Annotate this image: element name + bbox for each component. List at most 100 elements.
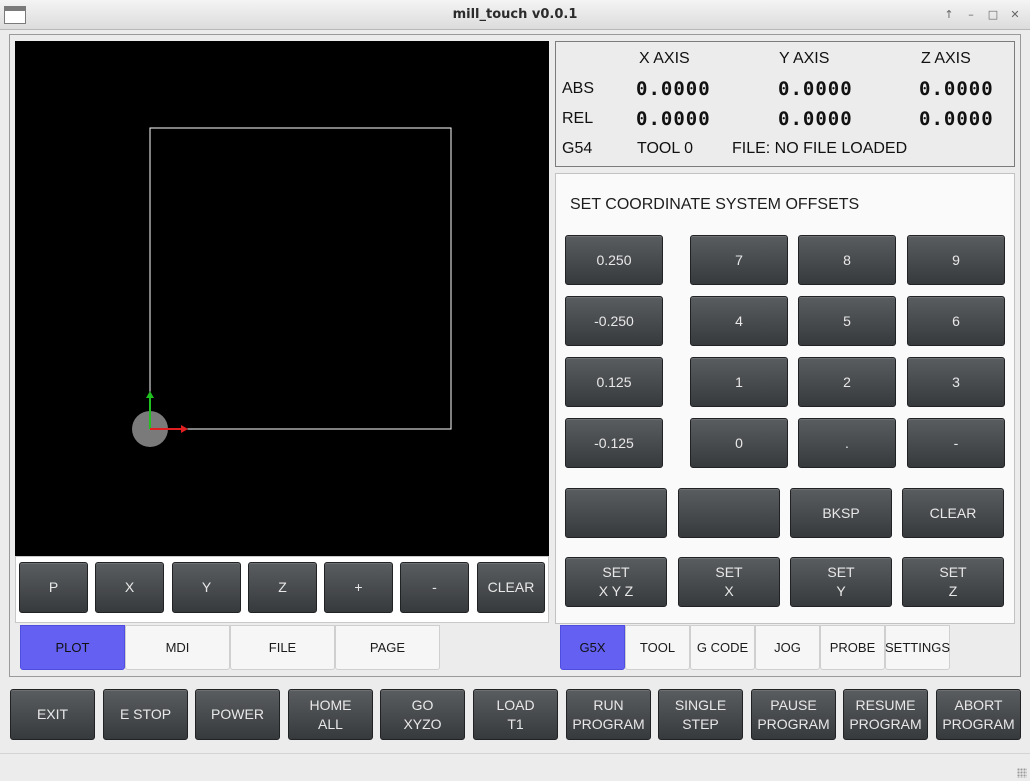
load-t1-button-line-1: T1 [507, 715, 524, 732]
title-bar: mill_touch v0.0.1 ↑ – □ ✕ [0, 0, 1030, 30]
tab-tool[interactable]: TOOL [625, 625, 690, 670]
entry-blank-1-button[interactable] [565, 488, 667, 538]
set-z-button-line-1: Z [948, 583, 958, 599]
tab-settings[interactable]: SETTINGS [885, 625, 950, 670]
tab-g-code[interactable]: G CODE [690, 625, 755, 670]
work-coordinate-label: G54 [562, 140, 593, 157]
home-all-button-line-1: ALL [318, 715, 343, 732]
tab-plot[interactable]: PLOT [20, 625, 125, 670]
zoom-in-button[interactable]: + [324, 562, 393, 613]
keypad-3-button[interactable]: 3 [907, 357, 1005, 407]
backspace-button[interactable]: BKSP [790, 488, 892, 538]
minimize-icon[interactable]: – [962, 6, 980, 24]
toolpath-plot[interactable] [15, 41, 549, 556]
resize-grip-icon[interactable] [1017, 768, 1027, 778]
window-title: mill_touch v0.0.1 [452, 7, 578, 22]
tab-jog[interactable]: JOG [755, 625, 820, 670]
shade-window-icon[interactable]: ↑ [940, 6, 958, 24]
set-y-button-line-1: Y [836, 583, 846, 599]
offsets-panel: SET COORDINATE SYSTEM OFFSETS 0.250 -0.25… [555, 173, 1015, 624]
e-stop-button-line-0: E STOP [119, 706, 172, 722]
keypad-1-button[interactable]: 1 [690, 357, 788, 407]
set-z-button[interactable]: SET Z [902, 557, 1004, 607]
tab-g5x[interactable]: G5X [560, 625, 625, 670]
home-all-button-line-0: HOME [309, 696, 352, 713]
loaded-file-label: FILE: NO FILE LOADED [732, 140, 908, 157]
machine-limits-box [149, 127, 452, 430]
keypad-2-button[interactable]: 2 [798, 357, 896, 407]
power-button-line-0: POWER [211, 706, 264, 722]
power-button[interactable]: POWER [195, 689, 280, 740]
entry-clear-button[interactable]: CLEAR [902, 488, 1004, 538]
exit-button-line-0: EXIT [36, 706, 69, 722]
single-step-button[interactable]: SINGLE STEP [658, 689, 743, 740]
keypad-9-button[interactable]: 9 [907, 235, 1005, 285]
set-x-button-line-1: X [724, 583, 734, 599]
set-z-button-line-0: SET [939, 564, 967, 580]
offsets-title: SET COORDINATE SYSTEM OFFSETS [570, 196, 860, 213]
run-program-button-line-0: RUN [593, 696, 624, 713]
dro-abs-label: ABS [562, 80, 595, 97]
zoom-out-button[interactable]: - [400, 562, 469, 613]
dro-rel-y: 0.0000 [778, 108, 853, 130]
x-axis-arrow [181, 425, 188, 433]
maximize-icon[interactable]: □ [984, 6, 1002, 24]
plot-view-z-button[interactable]: Z [248, 562, 317, 613]
dro-rel-z: 0.0000 [919, 108, 994, 130]
e-stop-button[interactable]: E STOP [103, 689, 188, 740]
set-xyz-button-line-1: X Y Z [598, 583, 634, 599]
plot-view-y-button[interactable]: Y [172, 562, 241, 613]
increment-neg-0125-button[interactable]: -0.125 [565, 418, 663, 468]
keypad-7-button[interactable]: 7 [690, 235, 788, 285]
set-xyz-button[interactable]: SET X Y Z [565, 557, 667, 607]
status-bar [0, 753, 1030, 781]
run-program-button[interactable]: RUN PROGRAM [566, 689, 651, 740]
plot-canvas [132, 127, 452, 447]
keypad-8-button[interactable]: 8 [798, 235, 896, 285]
increment-0250-button[interactable]: 0.250 [565, 235, 663, 285]
keypad-4-button[interactable]: 4 [690, 296, 788, 346]
tab-probe[interactable]: PROBE [820, 625, 885, 670]
go-xyzo-button[interactable]: GO XYZO [380, 689, 465, 740]
entry-blank-2-button[interactable] [678, 488, 780, 538]
increment-neg-0250-button[interactable]: -0.250 [565, 296, 663, 346]
plot-view-x-button[interactable]: X [95, 562, 164, 613]
load-t1-button[interactable]: LOAD T1 [473, 689, 558, 740]
set-x-button-line-0: SET [715, 564, 743, 580]
dro-rel-x: 0.0000 [636, 108, 711, 130]
close-icon[interactable]: ✕ [1006, 6, 1024, 24]
exit-button[interactable]: EXIT [10, 689, 95, 740]
tab-mdi[interactable]: MDI [125, 625, 230, 670]
go-xyzo-button-line-0: GO [411, 696, 434, 713]
abort-program-button-line-0: ABORT [954, 696, 1003, 713]
dro-panel: X AXIS Y AXIS Z AXIS ABS 0.0000 0.0000 0… [555, 41, 1015, 167]
single-step-button-line-0: SINGLE [674, 696, 727, 713]
keypad-minus-button[interactable]: - [907, 418, 1005, 468]
tab-file[interactable]: FILE [230, 625, 335, 670]
set-x-button[interactable]: SET X [678, 557, 780, 607]
keypad-0-button[interactable]: 0 [690, 418, 788, 468]
keypad-5-button[interactable]: 5 [798, 296, 896, 346]
tab-page[interactable]: PAGE [335, 625, 440, 670]
resume-program-button-line-0: RESUME [855, 696, 916, 713]
plot-clear-button[interactable]: CLEAR [477, 562, 545, 613]
abort-program-button[interactable]: ABORT PROGRAM [936, 689, 1021, 740]
dro-header-z: Z AXIS [921, 50, 971, 67]
increment-0125-button[interactable]: 0.125 [565, 357, 663, 407]
keypad-6-button[interactable]: 6 [907, 296, 1005, 346]
keypad-dot-button[interactable]: . [798, 418, 896, 468]
dro-rel-label: REL [562, 110, 594, 127]
set-y-button[interactable]: SET Y [790, 557, 892, 607]
abort-program-button-line-1: PROGRAM [942, 715, 1015, 732]
single-step-button-line-1: STEP [682, 715, 719, 732]
go-xyzo-button-line-1: XYZO [403, 715, 442, 732]
set-xyz-button-line-0: SET [602, 564, 630, 580]
plot-view-p-button[interactable]: P [19, 562, 88, 613]
home-all-button[interactable]: HOME ALL [288, 689, 373, 740]
pause-program-button[interactable]: PAUSE PROGRAM [751, 689, 836, 740]
resume-program-button[interactable]: RESUME PROGRAM [843, 689, 928, 740]
dro-abs-y: 0.0000 [778, 78, 853, 100]
pause-program-button-line-1: PROGRAM [757, 715, 830, 732]
y-axis-arrow [146, 391, 154, 398]
dro-abs-z: 0.0000 [919, 78, 994, 100]
